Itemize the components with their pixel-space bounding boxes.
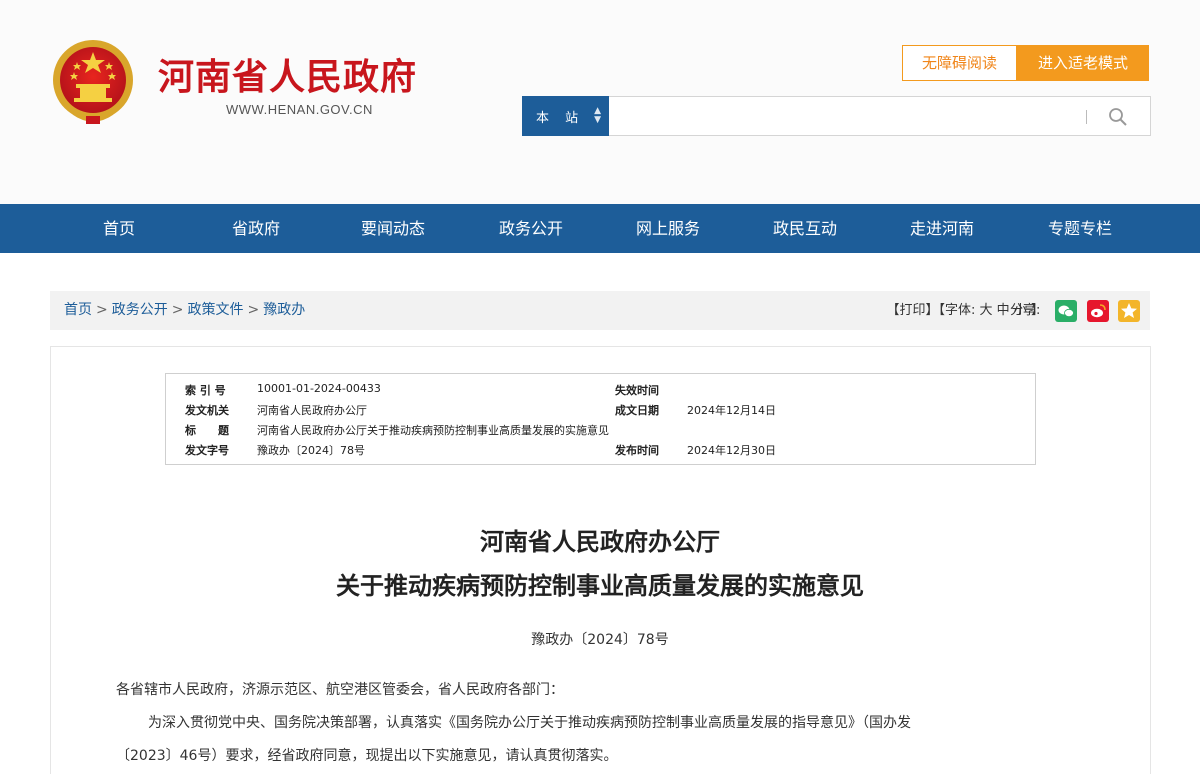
font-large-button[interactable]: 大: [980, 303, 993, 318]
document-salutation: 各省辖市人民政府，济源示范区、航空港区管委会，省人民政府各部门：: [116, 682, 564, 698]
search-divider: [1086, 110, 1087, 124]
breadcrumb-policy-docs[interactable]: 政策文件: [187, 302, 243, 318]
search-input[interactable]: [609, 96, 1151, 136]
breadcrumb-yuzhengban[interactable]: 豫政办: [263, 302, 305, 318]
sort-arrows-icon: ▲ ▼: [594, 106, 601, 125]
search-scope-label: 本 站: [536, 110, 585, 126]
site-header: 河南省人民政府 WWW.HENAN.GOV.CN 无障碍阅读 进入适老模式 本 …: [0, 0, 1200, 204]
document-meta-table: 索 引 号 10001-01-2024-00433 失效时间 发文机关 河南省人…: [165, 373, 1036, 465]
elder-mode-button[interactable]: 进入适老模式: [1017, 45, 1149, 81]
site-title[interactable]: 河南省人民政府: [158, 48, 417, 100]
nav-item-special-topics[interactable]: 专题专栏: [1020, 204, 1140, 253]
nav-item-provincial-gov[interactable]: 省政府: [196, 204, 316, 253]
document-title-line2: 关于推动疾病预防控制事业高质量发展的实施意见: [336, 572, 864, 600]
nav-item-home[interactable]: 首页: [59, 204, 179, 253]
meta-expire-label: 失效时间: [615, 384, 659, 397]
breadcrumb-separator: >: [171, 302, 184, 318]
breadcrumb-separator: >: [96, 302, 108, 318]
document-body-line1: 为深入贯彻党中央、国务院决策部署，认真落实《国务院办公厅关于推动疾病预防控制事业…: [148, 715, 911, 731]
weibo-share-icon[interactable]: [1087, 300, 1109, 322]
breadcrumb-bar: 首页 > 政务公开 > 政策文件 > 豫政办 【打印】【字体: 大 中 小 】 分享:: [50, 291, 1150, 330]
meta-publish-label: 发布时间: [615, 444, 659, 457]
search-icon[interactable]: [1108, 107, 1128, 127]
meta-index-value: 10001-01-2024-00433: [257, 382, 381, 395]
meta-docno-value: 豫政办〔2024〕78号: [257, 444, 365, 457]
meta-title-label: 标 题: [185, 424, 229, 437]
search-scope-select[interactable]: 本 站 ▲ ▼: [522, 96, 609, 136]
meta-index-label: 索 引 号: [185, 384, 226, 397]
breadcrumb-separator: >: [247, 302, 260, 318]
national-emblem-icon: [53, 40, 133, 124]
nav-item-about-henan[interactable]: 走进河南: [882, 204, 1002, 253]
favorite-star-icon[interactable]: [1118, 300, 1140, 322]
breadcrumb-gov-affairs[interactable]: 政务公开: [112, 302, 168, 318]
meta-issuer-value: 河南省人民政府办公厅: [257, 404, 367, 417]
nav-item-gov-affairs[interactable]: 政务公开: [471, 204, 591, 253]
document-number: 豫政办〔2024〕78号: [531, 632, 669, 648]
share-label: 分享:: [1010, 303, 1041, 318]
meta-written-value: 2024年12月14日: [687, 404, 776, 417]
meta-docno-label: 发文字号: [185, 444, 229, 457]
wechat-share-icon[interactable]: [1055, 300, 1077, 322]
nav-item-news[interactable]: 要闻动态: [333, 204, 453, 253]
breadcrumb: 首页 > 政务公开 > 政策文件 > 豫政办: [64, 291, 305, 330]
font-medium-button[interactable]: 中: [997, 303, 1010, 318]
nav-item-online-services[interactable]: 网上服务: [608, 204, 728, 253]
document-title-line1: 河南省人民政府办公厅: [480, 528, 720, 556]
font-size-label: 【字体:: [938, 303, 976, 318]
main-nav: 首页 省政府 要闻动态 政务公开 网上服务 政民互动 走进河南 专题专栏: [0, 204, 1200, 253]
nav-item-interaction[interactable]: 政民互动: [745, 204, 865, 253]
meta-written-label: 成文日期: [615, 404, 659, 417]
meta-issuer-label: 发文机关: [185, 404, 229, 417]
accessibility-button[interactable]: 无障碍阅读: [902, 45, 1017, 81]
print-button[interactable]: 【打印】: [886, 303, 938, 318]
meta-title-value: 河南省人民政府办公厅关于推动疾病预防控制事业高质量发展的实施意见: [257, 424, 609, 437]
meta-publish-value: 2024年12月30日: [687, 444, 776, 457]
document-body-line2: 〔2023〕46号）要求，经省政府同意，现提出以下实施意见，请认真贯彻落实。: [116, 748, 618, 764]
site-url: WWW.HENAN.GOV.CN: [226, 102, 373, 117]
breadcrumb-home[interactable]: 首页: [64, 302, 92, 318]
